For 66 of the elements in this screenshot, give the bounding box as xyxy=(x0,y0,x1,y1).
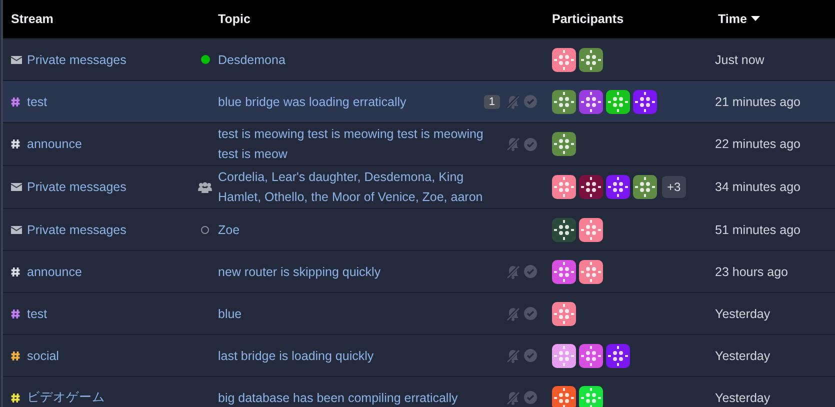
column-header[interactable]: Participants xyxy=(552,12,624,26)
avatar[interactable] xyxy=(579,175,603,199)
avatar[interactable] xyxy=(579,218,603,242)
avatar[interactable] xyxy=(579,260,603,284)
avatar[interactable] xyxy=(579,386,603,407)
stream-link[interactable]: Private messages xyxy=(27,52,126,66)
avatar[interactable] xyxy=(579,344,603,368)
envelope-icon xyxy=(11,226,22,234)
topic-link[interactable]: big database has been compiling erratically xyxy=(218,386,506,407)
envelope-icon xyxy=(11,183,22,191)
stream-link[interactable]: announce xyxy=(27,137,82,151)
group-icon xyxy=(198,182,212,192)
avatar[interactable] xyxy=(552,344,576,368)
time-text: 23 hours ago xyxy=(715,264,788,278)
time-text: 34 minutes ago xyxy=(715,180,800,194)
stream-link[interactable]: social xyxy=(27,348,59,362)
avatar[interactable] xyxy=(579,90,603,114)
topic-link[interactable]: test is meowing test is meowing test is meowing test is meow xyxy=(218,123,506,165)
check-circle-icon[interactable] xyxy=(524,307,537,320)
check-circle-icon[interactable] xyxy=(524,349,537,362)
topic-link[interactable]: Desdemona xyxy=(218,48,506,70)
avatar[interactable] xyxy=(606,344,630,368)
column-header[interactable]: Time xyxy=(718,12,747,26)
column-header[interactable]: Topic xyxy=(218,12,250,26)
avatar[interactable] xyxy=(633,90,657,114)
avatar[interactable] xyxy=(606,175,630,199)
time-text: Yesterday xyxy=(715,348,770,362)
avatar[interactable] xyxy=(552,175,576,199)
avatar[interactable] xyxy=(552,260,576,284)
stream-link[interactable]: test xyxy=(27,94,48,108)
time-text: 22 minutes ago xyxy=(715,137,800,151)
avatar[interactable] xyxy=(552,218,576,242)
check-circle-icon[interactable] xyxy=(524,138,537,150)
active-status-dot xyxy=(201,55,210,64)
topic-link[interactable]: new router is skipping quickly xyxy=(218,260,506,282)
avatar[interactable] xyxy=(552,90,576,114)
time-text: Yesterday xyxy=(715,306,770,320)
stream-link[interactable]: announce xyxy=(27,264,82,278)
column-header[interactable]: Stream xyxy=(11,12,54,26)
stream-link[interactable]: ビデオゲーム xyxy=(27,389,105,406)
more-participants-badge[interactable]: +3 xyxy=(662,176,686,198)
topic-link[interactable]: Cordelia, Lear's daughter, Desdemona, King Hamlet, Othello, the Moor of Venice, Zoe, aaron xyxy=(218,166,506,208)
avatar[interactable] xyxy=(579,48,603,72)
topic-link[interactable]: last bridge is loading quickly xyxy=(218,344,506,366)
stream-link[interactable]: Private messages xyxy=(27,222,126,236)
check-circle-icon[interactable] xyxy=(524,265,537,278)
avatar[interactable] xyxy=(552,132,576,156)
avatar[interactable] xyxy=(552,302,576,326)
topic-link[interactable]: blue bridge was loading erratically xyxy=(218,90,484,112)
avatar[interactable] xyxy=(552,48,576,72)
envelope-icon xyxy=(11,56,22,64)
time-text: 51 minutes ago xyxy=(715,222,800,236)
avatar[interactable] xyxy=(606,90,630,114)
topic-link[interactable]: blue xyxy=(218,302,506,324)
unread-count: 1 xyxy=(484,94,500,108)
avatar[interactable] xyxy=(633,175,657,199)
offline-status-icon xyxy=(201,226,209,234)
stream-link[interactable]: test xyxy=(27,306,48,320)
time-text: Yesterday xyxy=(715,390,770,404)
check-circle-icon[interactable] xyxy=(524,95,537,108)
stream-link[interactable]: Private messages xyxy=(27,180,126,194)
check-circle-icon[interactable] xyxy=(524,391,537,404)
topic-link[interactable]: Zoe xyxy=(218,218,506,240)
avatar[interactable] xyxy=(552,386,576,407)
time-text: 21 minutes ago xyxy=(715,94,800,108)
time-text: Just now xyxy=(715,52,764,66)
